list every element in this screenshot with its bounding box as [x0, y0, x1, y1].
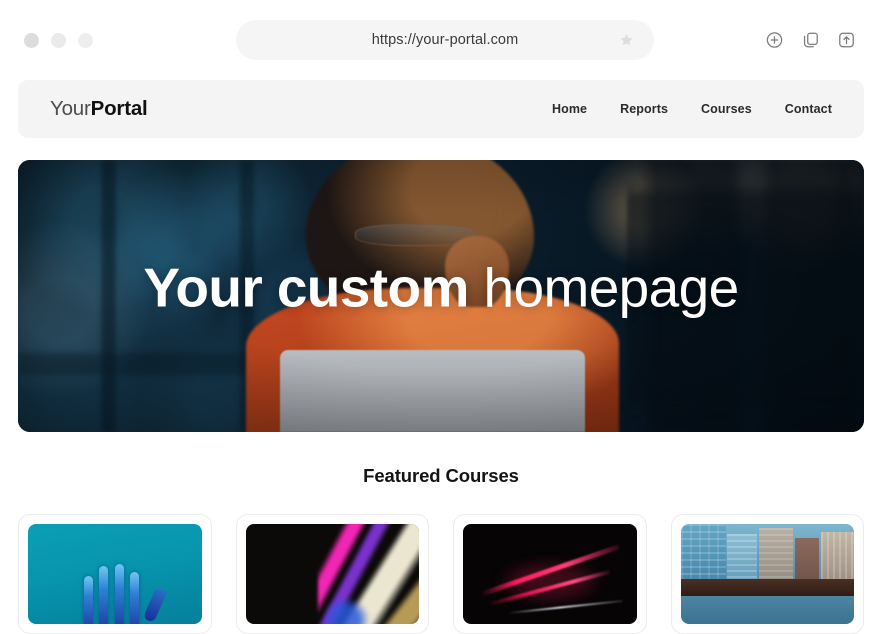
page-content: YourPortal Home Reports Courses Contact …: [0, 80, 882, 634]
logo-text-light: Your: [50, 97, 91, 120]
robot-finger: [83, 576, 93, 624]
window-close-button[interactable]: [24, 32, 39, 48]
browser-chrome: https://your-portal.com: [0, 0, 882, 80]
window-maximize-button[interactable]: [78, 32, 93, 48]
bridge-band: [680, 579, 854, 596]
course-thumbnail-robotic-hand: [28, 524, 202, 624]
waterfront: [681, 596, 855, 624]
course-thumbnail-neon-trails: [463, 524, 637, 624]
star-icon[interactable]: [619, 33, 634, 48]
hero-banner: Your custom homepage: [18, 160, 864, 432]
nav-item-home[interactable]: Home: [552, 102, 587, 116]
robot-finger: [99, 566, 109, 624]
new-tab-icon[interactable]: [765, 31, 784, 50]
duplicate-tabs-icon[interactable]: [801, 31, 820, 50]
course-card-4[interactable]: [670, 514, 864, 634]
hero-title-thin: homepage: [483, 256, 740, 319]
hero-title: Your custom homepage: [18, 260, 864, 315]
window-controls: [24, 32, 93, 48]
featured-courses-heading: Featured Courses: [363, 465, 519, 486]
robot-finger: [114, 564, 124, 624]
robot-thumb: [143, 587, 168, 623]
course-card-1[interactable]: [18, 514, 212, 634]
course-thumbnail-city-skyline: [680, 524, 855, 624]
course-card-2[interactable]: [235, 514, 429, 634]
url-text: https://your-portal.com: [371, 32, 519, 48]
course-thumbnail-light-streaks: [245, 524, 419, 624]
nav-item-contact[interactable]: Contact: [785, 102, 832, 116]
logo-text-bold: Portal: [90, 97, 148, 120]
hero-title-strong: Your custom: [143, 256, 469, 319]
site-logo[interactable]: YourPortal: [50, 97, 148, 121]
nav-item-courses[interactable]: Courses: [701, 102, 752, 116]
site-navbar: YourPortal Home Reports Courses Contact: [18, 80, 864, 138]
orange-rays: [245, 524, 326, 624]
nav-item-reports[interactable]: Reports: [620, 102, 668, 116]
nav-links: Home Reports Courses Contact: [552, 102, 832, 116]
address-bar[interactable]: https://your-portal.com: [236, 20, 654, 60]
window-minimize-button[interactable]: [51, 32, 66, 48]
browser-actions: [765, 31, 856, 50]
share-upload-icon[interactable]: [837, 31, 856, 50]
course-card-grid: [18, 514, 864, 634]
course-card-3[interactable]: [453, 514, 647, 634]
